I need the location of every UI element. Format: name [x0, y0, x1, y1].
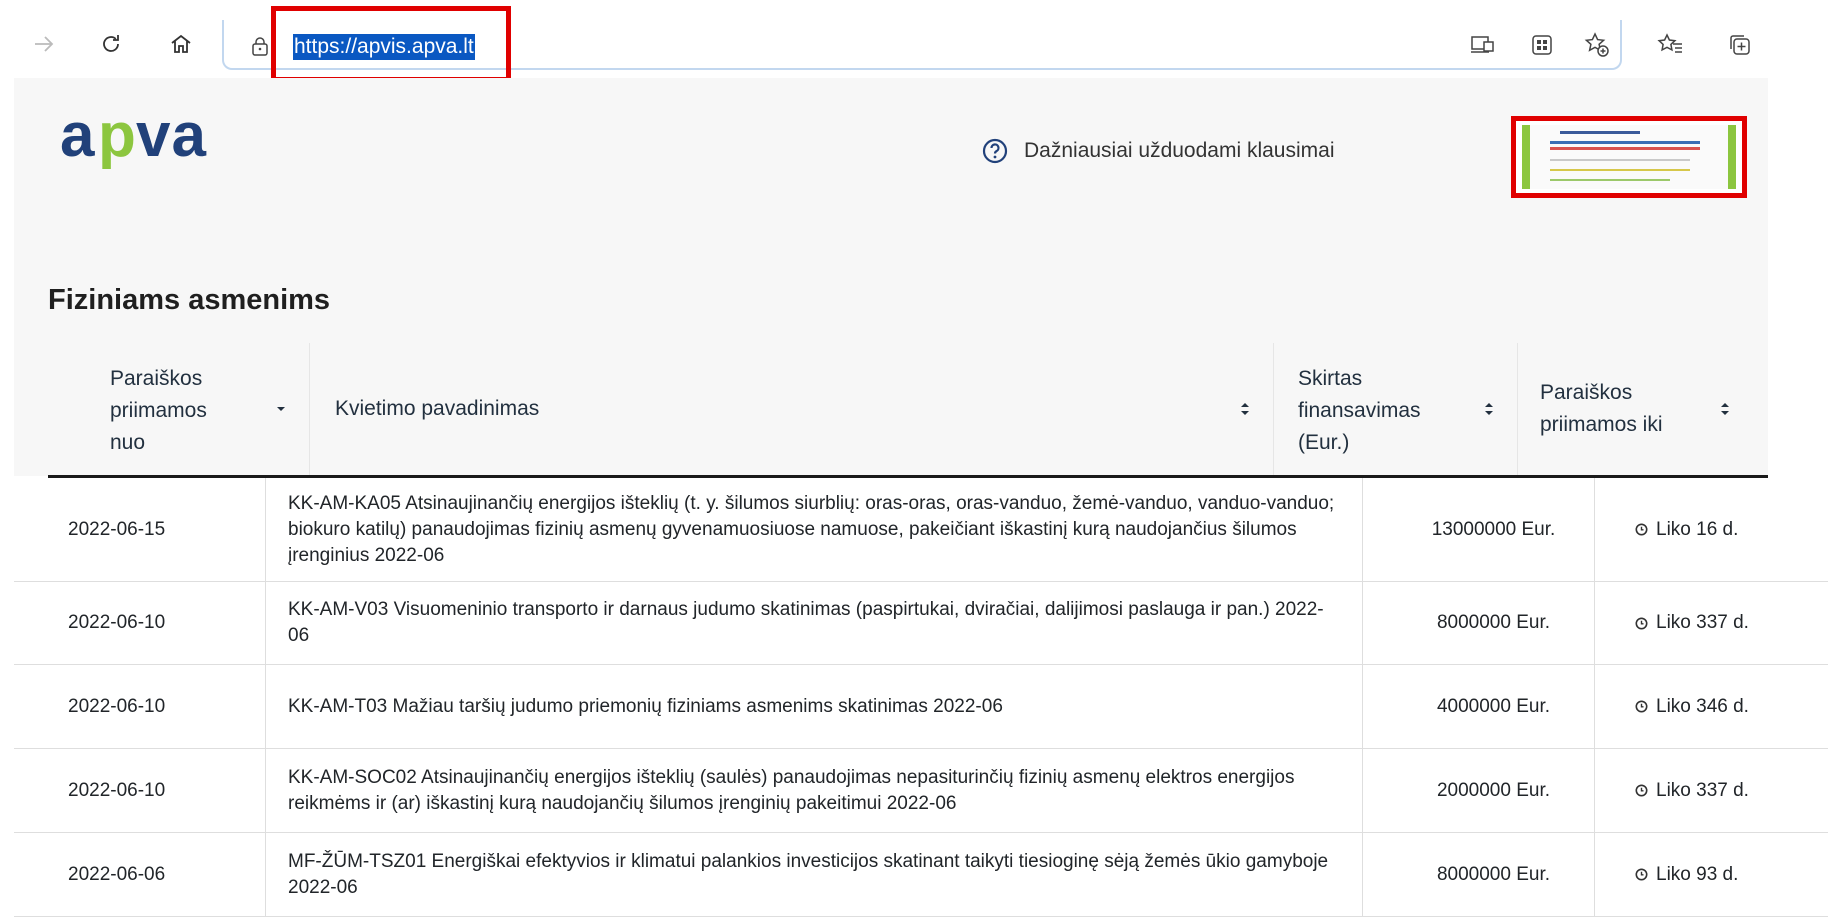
site-header: a p va Dažniausiai užduodami klausimai — [14, 78, 1768, 236]
clock-icon — [1635, 868, 1648, 881]
add-favorite-icon[interactable] — [1582, 30, 1612, 60]
app-available-icon[interactable] — [1468, 30, 1498, 60]
column-header-call-name[interactable]: Kvietimo pavadinimas — [310, 343, 1274, 475]
call-name-link[interactable]: KK-AM-KA05 Atsinaujinančių energijos išt… — [266, 478, 1363, 581]
url-highlight-box — [271, 6, 511, 82]
call-name-text: KK-AM-V03 Visuomeninio transporto ir dar… — [288, 599, 1324, 646]
clock-icon — [1635, 617, 1648, 629]
date-cell: 2022-06-10 — [14, 665, 266, 748]
call-name-text: KK-AM-T03 Mažiau taršių judumo priemonių… — [288, 695, 1003, 717]
svg-text:a: a — [60, 106, 95, 170]
refresh-icon[interactable] — [97, 30, 125, 58]
header-line: Paraiškos — [110, 367, 203, 390]
call-name-link[interactable]: KK-AM-SOC02 Atsinaujinančių energijos iš… — [266, 749, 1363, 832]
favorites-icon[interactable] — [1655, 30, 1685, 60]
clock-icon — [1635, 784, 1648, 797]
date-cell: 2022-06-10 — [14, 749, 266, 832]
column-header-label: Paraiškos priimamos nuo — [110, 363, 207, 459]
section-title: Fiziniams asmenims — [48, 284, 331, 316]
clock-icon — [1635, 700, 1648, 713]
home-icon[interactable] — [167, 30, 195, 58]
collections-icon[interactable] — [1725, 30, 1755, 60]
days-left-text: Liko 16 d. — [1656, 518, 1739, 540]
lock-icon[interactable] — [250, 36, 270, 56]
table-row[interactable]: 2022-06-10 KK-AM-T03 Mažiau taršių judum… — [14, 665, 1828, 749]
call-name-text: KK-AM-SOC02 Atsinaujinančių energijos iš… — [288, 766, 1295, 814]
column-header-label: Paraiškos priimamos iki — [1540, 377, 1663, 441]
thumbnail-line — [1560, 131, 1640, 134]
date-cell: 2022-06-15 — [14, 478, 266, 581]
call-name-link[interactable]: KK-AM-V03 Visuomeninio transporto ir dar… — [266, 582, 1363, 664]
funding-cell: 8000000 Eur. — [1363, 833, 1595, 916]
page-thumbnail-highlight — [1511, 116, 1747, 198]
forward-arrow-icon[interactable] — [30, 30, 58, 58]
header-line: finansavimas — [1298, 399, 1421, 422]
call-name-link[interactable]: KK-AM-T03 Mažiau taršių judumo priemonių… — [266, 665, 1363, 748]
sort-icon[interactable] — [1482, 399, 1496, 419]
sort-icon[interactable] — [1718, 399, 1732, 419]
thumbnail-line — [1550, 179, 1670, 181]
column-header-accepted-from[interactable]: Paraiškos priimamos nuo — [48, 343, 310, 475]
sort-desc-icon[interactable] — [274, 399, 288, 419]
column-header-label: Skirtas finansavimas (Eur.) — [1298, 363, 1421, 459]
days-left-text: Liko 346 d. — [1656, 695, 1749, 717]
call-name-link[interactable]: MF-ŽŪM-TSZ01 Energiškai efektyvios ir kl… — [266, 833, 1363, 916]
funding-cell: 8000000 Eur. — [1363, 582, 1595, 664]
header-line: Skirtas — [1298, 367, 1363, 390]
funding-cell: 4000000 Eur. — [1363, 665, 1595, 748]
funding-cell: 2000000 Eur. — [1363, 749, 1595, 832]
column-header-label: Kvietimo pavadinimas — [335, 397, 540, 420]
column-header-accepted-until[interactable]: Paraiškos priimamos iki — [1518, 343, 1768, 475]
days-left-text: Liko 337 d. — [1656, 779, 1749, 801]
deadline-cell: Liko 337 d. — [1595, 582, 1828, 664]
thumbnail-line — [1550, 147, 1700, 150]
days-left-text: Liko 93 d. — [1656, 863, 1739, 885]
call-name-text: KK-AM-KA05 Atsinaujinančių energijos išt… — [288, 492, 1335, 566]
days-left-text: Liko 337 d. — [1656, 612, 1749, 633]
svg-text:p: p — [98, 106, 137, 170]
clock-icon — [1635, 523, 1648, 536]
call-name-text: MF-ŽŪM-TSZ01 Energiškai efektyvios ir kl… — [288, 850, 1329, 898]
deadline-cell: Liko 93 d. — [1595, 833, 1828, 916]
funding-cell: 13000000 Eur. — [1363, 478, 1595, 581]
sort-icon[interactable] — [1238, 399, 1252, 419]
question-circle-icon — [982, 138, 1008, 164]
qr-code-icon[interactable] — [1527, 30, 1557, 60]
page-thumbnail — [1522, 125, 1736, 189]
table-row[interactable]: 2022-06-06 MF-ŽŪM-TSZ01 Energiškai efekt… — [14, 833, 1828, 917]
header-line: nuo — [110, 431, 146, 454]
date-cell: 2022-06-10 — [14, 582, 266, 664]
header-line: (Eur.) — [1298, 431, 1350, 454]
table-row[interactable]: 2022-06-10 KK-AM-SOC02 Atsinaujinančių e… — [14, 749, 1828, 833]
calls-table-body: 2022-06-15 KK-AM-KA05 Atsinaujinančių en… — [14, 478, 1828, 917]
faq-link[interactable]: Dažniausiai užduodami klausimai — [982, 138, 1335, 164]
thumbnail-line — [1550, 159, 1690, 161]
browser-toolbar: https://apvis.apva.lt — [0, 0, 1768, 82]
svg-text:va: va — [136, 106, 207, 170]
header-line: Paraiškos — [1540, 381, 1633, 404]
deadline-cell: Liko 16 d. — [1595, 478, 1828, 581]
thumbnail-line — [1550, 169, 1690, 171]
thumbnail-line — [1550, 141, 1700, 144]
table-header: Paraiškos priimamos nuo Kvietimo pavadin… — [48, 343, 1768, 478]
date-cell: 2022-06-06 — [14, 833, 266, 916]
column-header-funding[interactable]: Skirtas finansavimas (Eur.) — [1274, 343, 1518, 475]
header-line: priimamos — [110, 399, 207, 422]
table-row[interactable]: 2022-06-15 KK-AM-KA05 Atsinaujinančių en… — [14, 478, 1828, 582]
deadline-cell: Liko 337 d. — [1595, 749, 1828, 832]
apva-logo[interactable]: a p va — [60, 106, 230, 176]
deadline-cell: Liko 346 d. — [1595, 665, 1828, 748]
header-line: priimamos iki — [1540, 413, 1663, 436]
table-row[interactable]: 2022-06-10 KK-AM-V03 Visuomeninio transp… — [14, 582, 1828, 665]
faq-label: Dažniausiai užduodami klausimai — [1024, 139, 1335, 162]
